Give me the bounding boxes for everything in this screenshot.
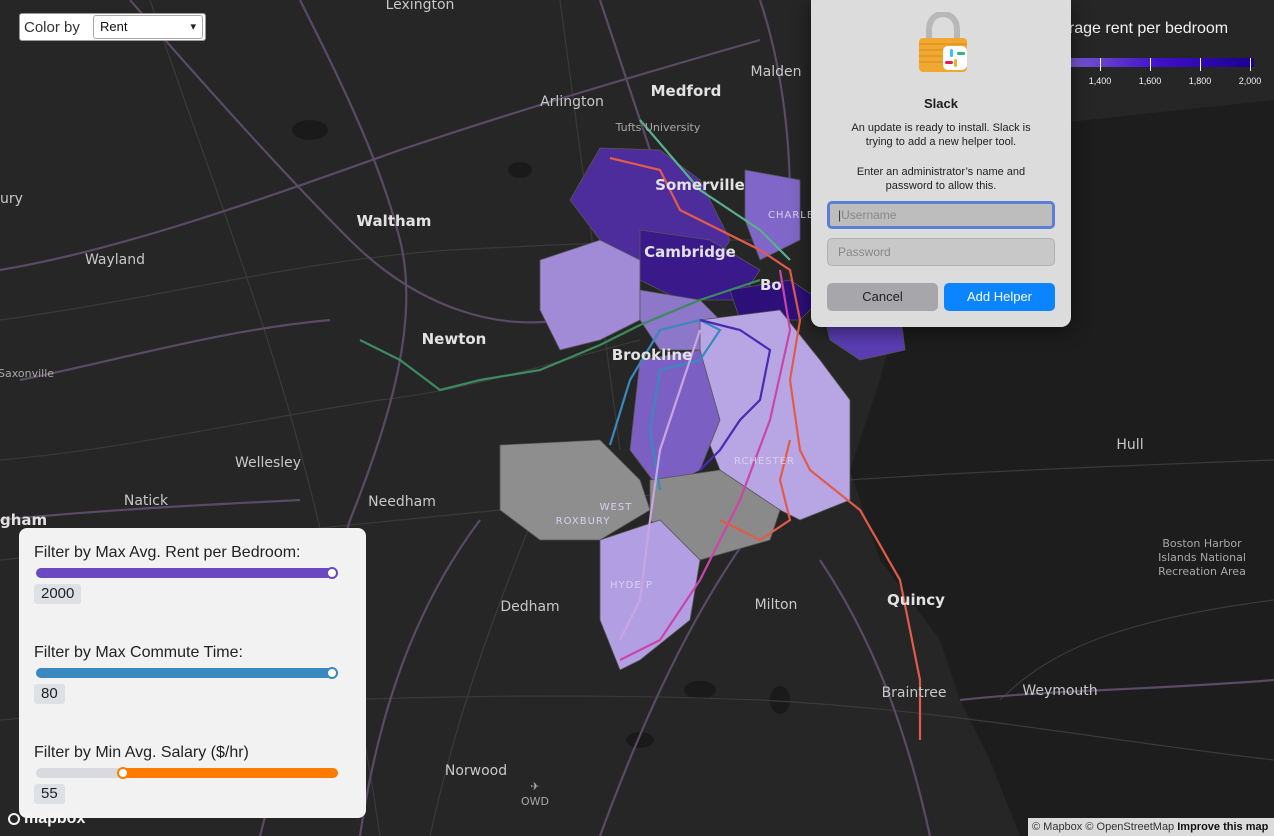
dialog-message-line: An update is ready to install. Slack is [851, 122, 1031, 134]
dialog-message-line: Enter an administrator’s name and [856, 166, 1026, 178]
label-west-roxbury-1: WEST [600, 502, 633, 513]
osm-credit-link[interactable]: © OpenStreetMap [1085, 821, 1174, 833]
cancel-button[interactable]: Cancel [827, 283, 938, 311]
label-dorchester: RCHESTER [734, 456, 795, 467]
mapbox-credit-link[interactable]: © Mapbox [1032, 821, 1082, 833]
rent-slider[interactable] [36, 567, 338, 579]
label-norwood: Norwood [445, 763, 507, 779]
legend-tick [1250, 58, 1251, 71]
label-cambridge: Cambridge [644, 243, 736, 261]
mapbox-logo[interactable]: mapbox [8, 810, 85, 828]
label-hyde-park: HYDE P [610, 580, 653, 591]
dialog-message-line: password to allow this. [885, 180, 997, 192]
lock-icon [919, 12, 967, 72]
label-wayland: Wayland [85, 252, 145, 268]
label-arlington: Arlington [540, 94, 604, 110]
legend-tick-label: 2,000 [1238, 76, 1262, 86]
legend-tick-label: 1,800 [1188, 76, 1212, 86]
dialog-message-line: trying to add a new helper tool. [865, 136, 1017, 148]
label-natick: Natick [124, 493, 169, 509]
label-waltham: Waltham [357, 212, 432, 230]
label-edge-gham: gham [0, 511, 47, 529]
commute-slider[interactable] [36, 667, 338, 679]
rent-legend: erage rent per bedroom 1,400 1,600 1,800… [1060, 18, 1274, 93]
label-hull: Hull [1116, 437, 1143, 453]
commute-slider-fill [36, 668, 338, 678]
label-somerville: Somerville [655, 176, 745, 194]
label-west-roxbury-2: ROXBURY [556, 516, 611, 527]
username-field[interactable]: |Username [827, 201, 1055, 229]
salary-slider-fill [117, 768, 338, 778]
salary-filter-label: Filter by Min Avg. Salary ($/hr) [34, 744, 249, 761]
label-harbor-2: Islands National [1158, 551, 1246, 564]
label-lexington: Lexington [386, 0, 455, 13]
mapbox-logo-text: mapbox [24, 810, 86, 827]
mapbox-logo-icon [8, 813, 20, 825]
commute-filter-value: 80 [34, 684, 65, 704]
label-owd: OWD [521, 795, 549, 808]
color-by-selected: Rent [100, 19, 128, 34]
label-quincy: Quincy [887, 591, 945, 609]
rent-filter-value: 2000 [34, 584, 82, 604]
legend-tick-label: 1,400 [1088, 76, 1112, 86]
legend-tick [1200, 58, 1201, 71]
commute-filter-label: Filter by Max Commute Time: [34, 644, 243, 661]
legend-tick [1100, 58, 1101, 71]
rent-slider-fill [36, 568, 338, 578]
legend-tick [1150, 58, 1151, 71]
salary-slider[interactable] [36, 767, 338, 779]
label-harbor-1: Boston Harbor [1162, 537, 1242, 550]
label-edge-ury: ury [0, 191, 23, 207]
label-brookline: Brookline [612, 346, 693, 364]
color-by-label: Color by [24, 18, 80, 36]
password-placeholder: Password [838, 245, 891, 259]
password-field[interactable]: Password [827, 238, 1055, 266]
salary-slider-handle[interactable] [117, 767, 129, 779]
username-placeholder: Username [841, 208, 897, 222]
label-needham: Needham [368, 494, 436, 510]
legend-color-bar [1068, 58, 1254, 67]
rent-slider-handle[interactable] [326, 567, 338, 579]
commute-slider-handle[interactable] [326, 667, 338, 679]
color-by-select[interactable]: Rent ▾ [93, 15, 203, 39]
label-malden: Malden [751, 64, 802, 80]
label-braintree: Braintree [882, 685, 947, 701]
airport-icon: ✈ [530, 780, 539, 793]
slack-auth-dialog: Slack An update is ready to install. Sla… [811, 0, 1071, 327]
color-by-control: Color by Rent ▾ [19, 13, 206, 41]
label-milton: Milton [755, 597, 798, 613]
add-helper-button[interactable]: Add Helper [944, 283, 1055, 311]
label-newton: Newton [422, 330, 487, 348]
label-medford: Medford [651, 82, 722, 100]
label-saxonville: Saxonville [0, 367, 54, 380]
improve-map-link[interactable]: Improve this map [1177, 821, 1268, 833]
legend-tick-label: 1,600 [1138, 76, 1162, 86]
map-attribution: © Mapbox © OpenStreetMap Improve this ma… [1028, 818, 1274, 836]
label-weymouth: Weymouth [1022, 683, 1097, 699]
legend-title: erage rent per bedroom [1060, 20, 1229, 37]
label-tufts: Tufts University [615, 121, 701, 134]
rent-filter-label: Filter by Max Avg. Rent per Bedroom: [34, 544, 301, 561]
label-boston: Bo [760, 276, 782, 294]
label-wellesley: Wellesley [235, 455, 301, 471]
salary-filter-value: 55 [34, 784, 65, 804]
filter-panel: Filter by Max Avg. Rent per Bedroom: 200… [19, 528, 366, 818]
chevron-down-icon: ▾ [190, 21, 196, 33]
label-harbor-3: Recreation Area [1158, 565, 1246, 578]
dialog-app-name: Slack [924, 96, 958, 111]
label-dedham: Dedham [500, 599, 559, 615]
